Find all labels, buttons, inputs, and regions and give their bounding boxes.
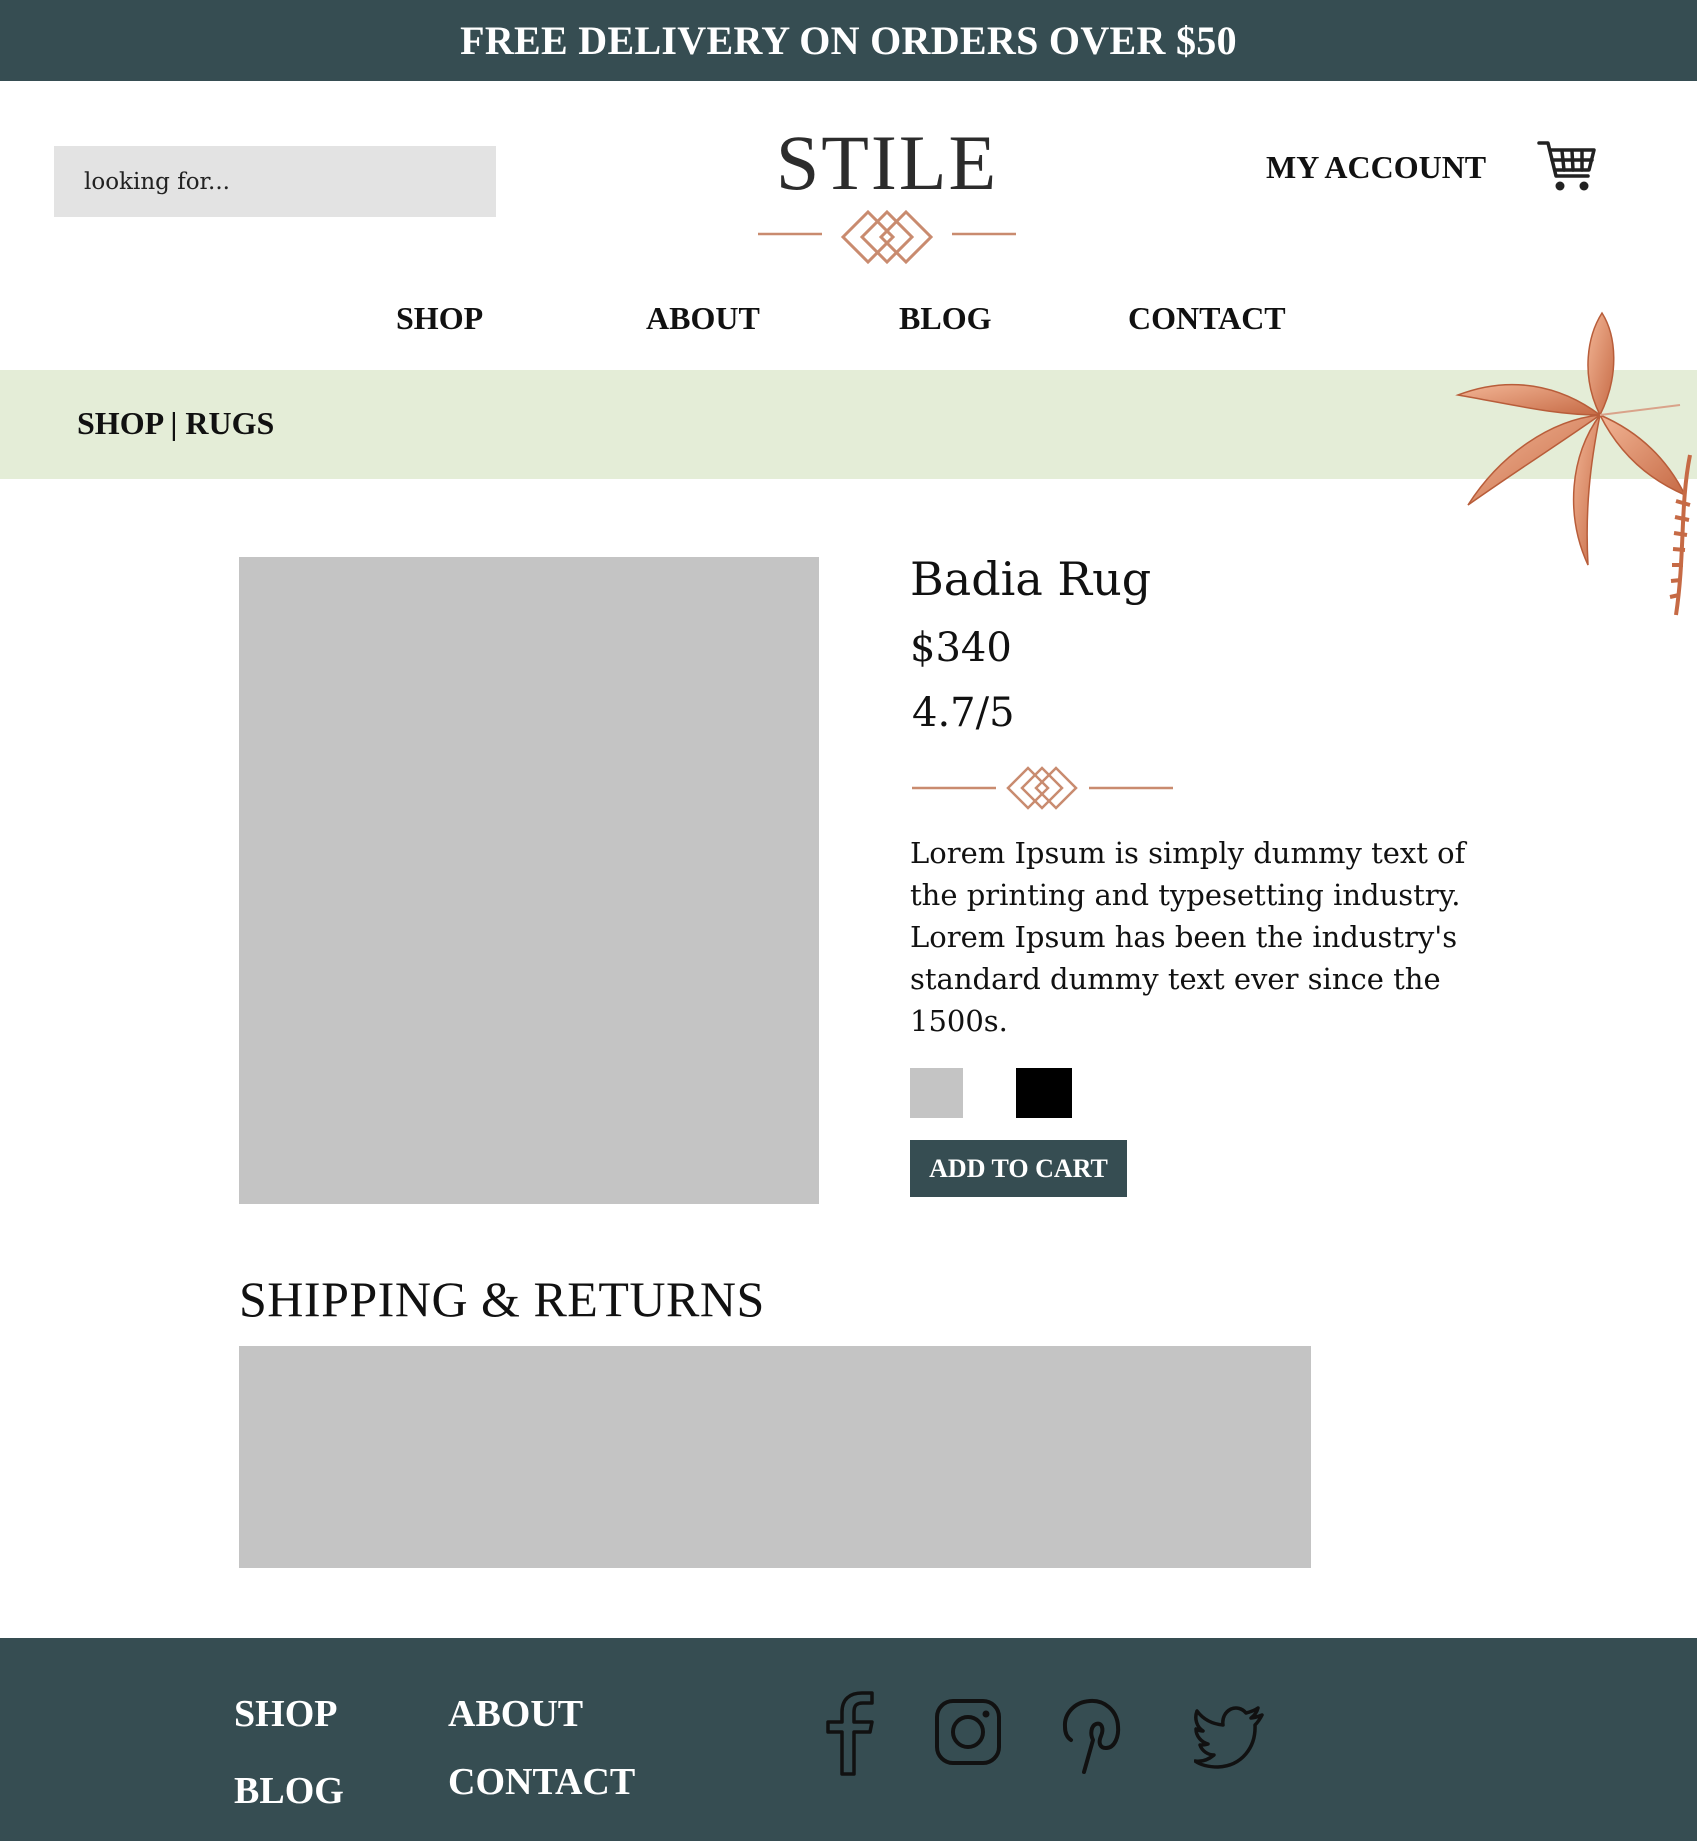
shipping-returns-heading: SHIPPING & RETURNS — [239, 1271, 765, 1327]
nav-about[interactable]: ABOUT — [646, 300, 760, 337]
product-image — [239, 557, 819, 1204]
decorative-leaf-image — [1455, 311, 1692, 616]
facebook-icon[interactable] — [820, 1690, 878, 1776]
color-swatch-black[interactable] — [1016, 1068, 1072, 1118]
product-description: Lorem Ipsum is simply dummy text of the … — [910, 836, 1466, 1038]
footer-link-about[interactable]: ABOUT — [448, 1692, 583, 1736]
footer-link-blog[interactable]: BLOG — [234, 1769, 344, 1813]
my-account-link[interactable]: MY ACCOUNT — [1266, 149, 1486, 186]
divider-ornament — [912, 766, 1173, 810]
product-price: $340 — [910, 625, 1012, 671]
color-swatch-grey[interactable] — [910, 1068, 963, 1118]
pinterest-icon[interactable] — [1060, 1696, 1122, 1776]
search-input[interactable] — [54, 146, 496, 217]
footer-link-contact[interactable]: CONTACT — [448, 1760, 635, 1804]
add-to-cart-button[interactable]: ADD TO CART — [910, 1140, 1127, 1197]
site-logo[interactable]: STILE — [700, 118, 1074, 208]
shipping-returns-content — [239, 1346, 1311, 1568]
instagram-icon[interactable] — [934, 1698, 1002, 1766]
promo-banner: FREE DELIVERY ON ORDERS OVER $50 — [0, 0, 1697, 81]
product-rating: 4.7/5 — [912, 690, 1015, 736]
product-title: Badia Rug — [910, 552, 1152, 606]
footer-link-shop[interactable]: SHOP — [234, 1692, 337, 1736]
nav-blog[interactable]: BLOG — [899, 300, 991, 337]
promo-banner-text: FREE DELIVERY ON ORDERS OVER $50 — [460, 18, 1237, 63]
logo-ornament — [758, 209, 1016, 265]
nav-contact[interactable]: CONTACT — [1128, 300, 1286, 337]
cart-icon[interactable] — [1537, 138, 1597, 196]
nav-shop[interactable]: SHOP — [396, 300, 483, 337]
breadcrumb: SHOP | RUGS — [77, 405, 275, 441]
twitter-icon[interactable] — [1194, 1705, 1266, 1769]
